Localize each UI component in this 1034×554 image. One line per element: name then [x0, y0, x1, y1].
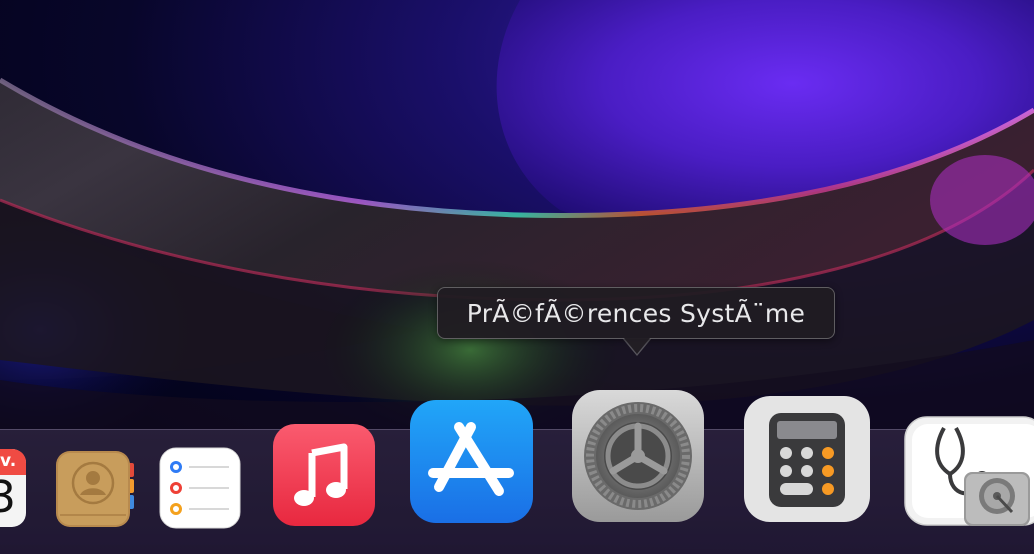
app-store-icon	[410, 400, 533, 523]
dock-item-system-preferences[interactable]	[571, 389, 705, 523]
system-preferences-icon	[572, 390, 704, 522]
tooltip-arrow	[624, 338, 650, 354]
dock-item-calendar[interactable]: v. 3	[0, 449, 27, 529]
calendar-day: 3	[0, 472, 16, 523]
dock-item-reminders[interactable]	[159, 447, 241, 529]
dock-item-contacts[interactable]	[54, 449, 136, 529]
dock-item-calculator[interactable]	[743, 395, 871, 523]
calculator-icon	[744, 396, 870, 522]
dock-item-music[interactable]	[272, 423, 376, 527]
calendar-month: v.	[0, 451, 17, 471]
dock-item-app-store[interactable]	[409, 399, 534, 524]
disk-utility-icon	[904, 416, 1034, 526]
tooltip-text: PrÃ©fÃ©rences SystÃ¨me	[466, 298, 806, 328]
reminders-icon	[159, 447, 241, 529]
contacts-icon	[56, 451, 134, 527]
dock-tooltip: PrÃ©fÃ©rences SystÃ¨me	[437, 287, 835, 339]
desktop: PrÃ©fÃ©rences SystÃ¨me v. 3	[0, 0, 1034, 554]
music-icon	[273, 424, 375, 526]
dock-item-disk-utility[interactable]	[904, 416, 1034, 528]
